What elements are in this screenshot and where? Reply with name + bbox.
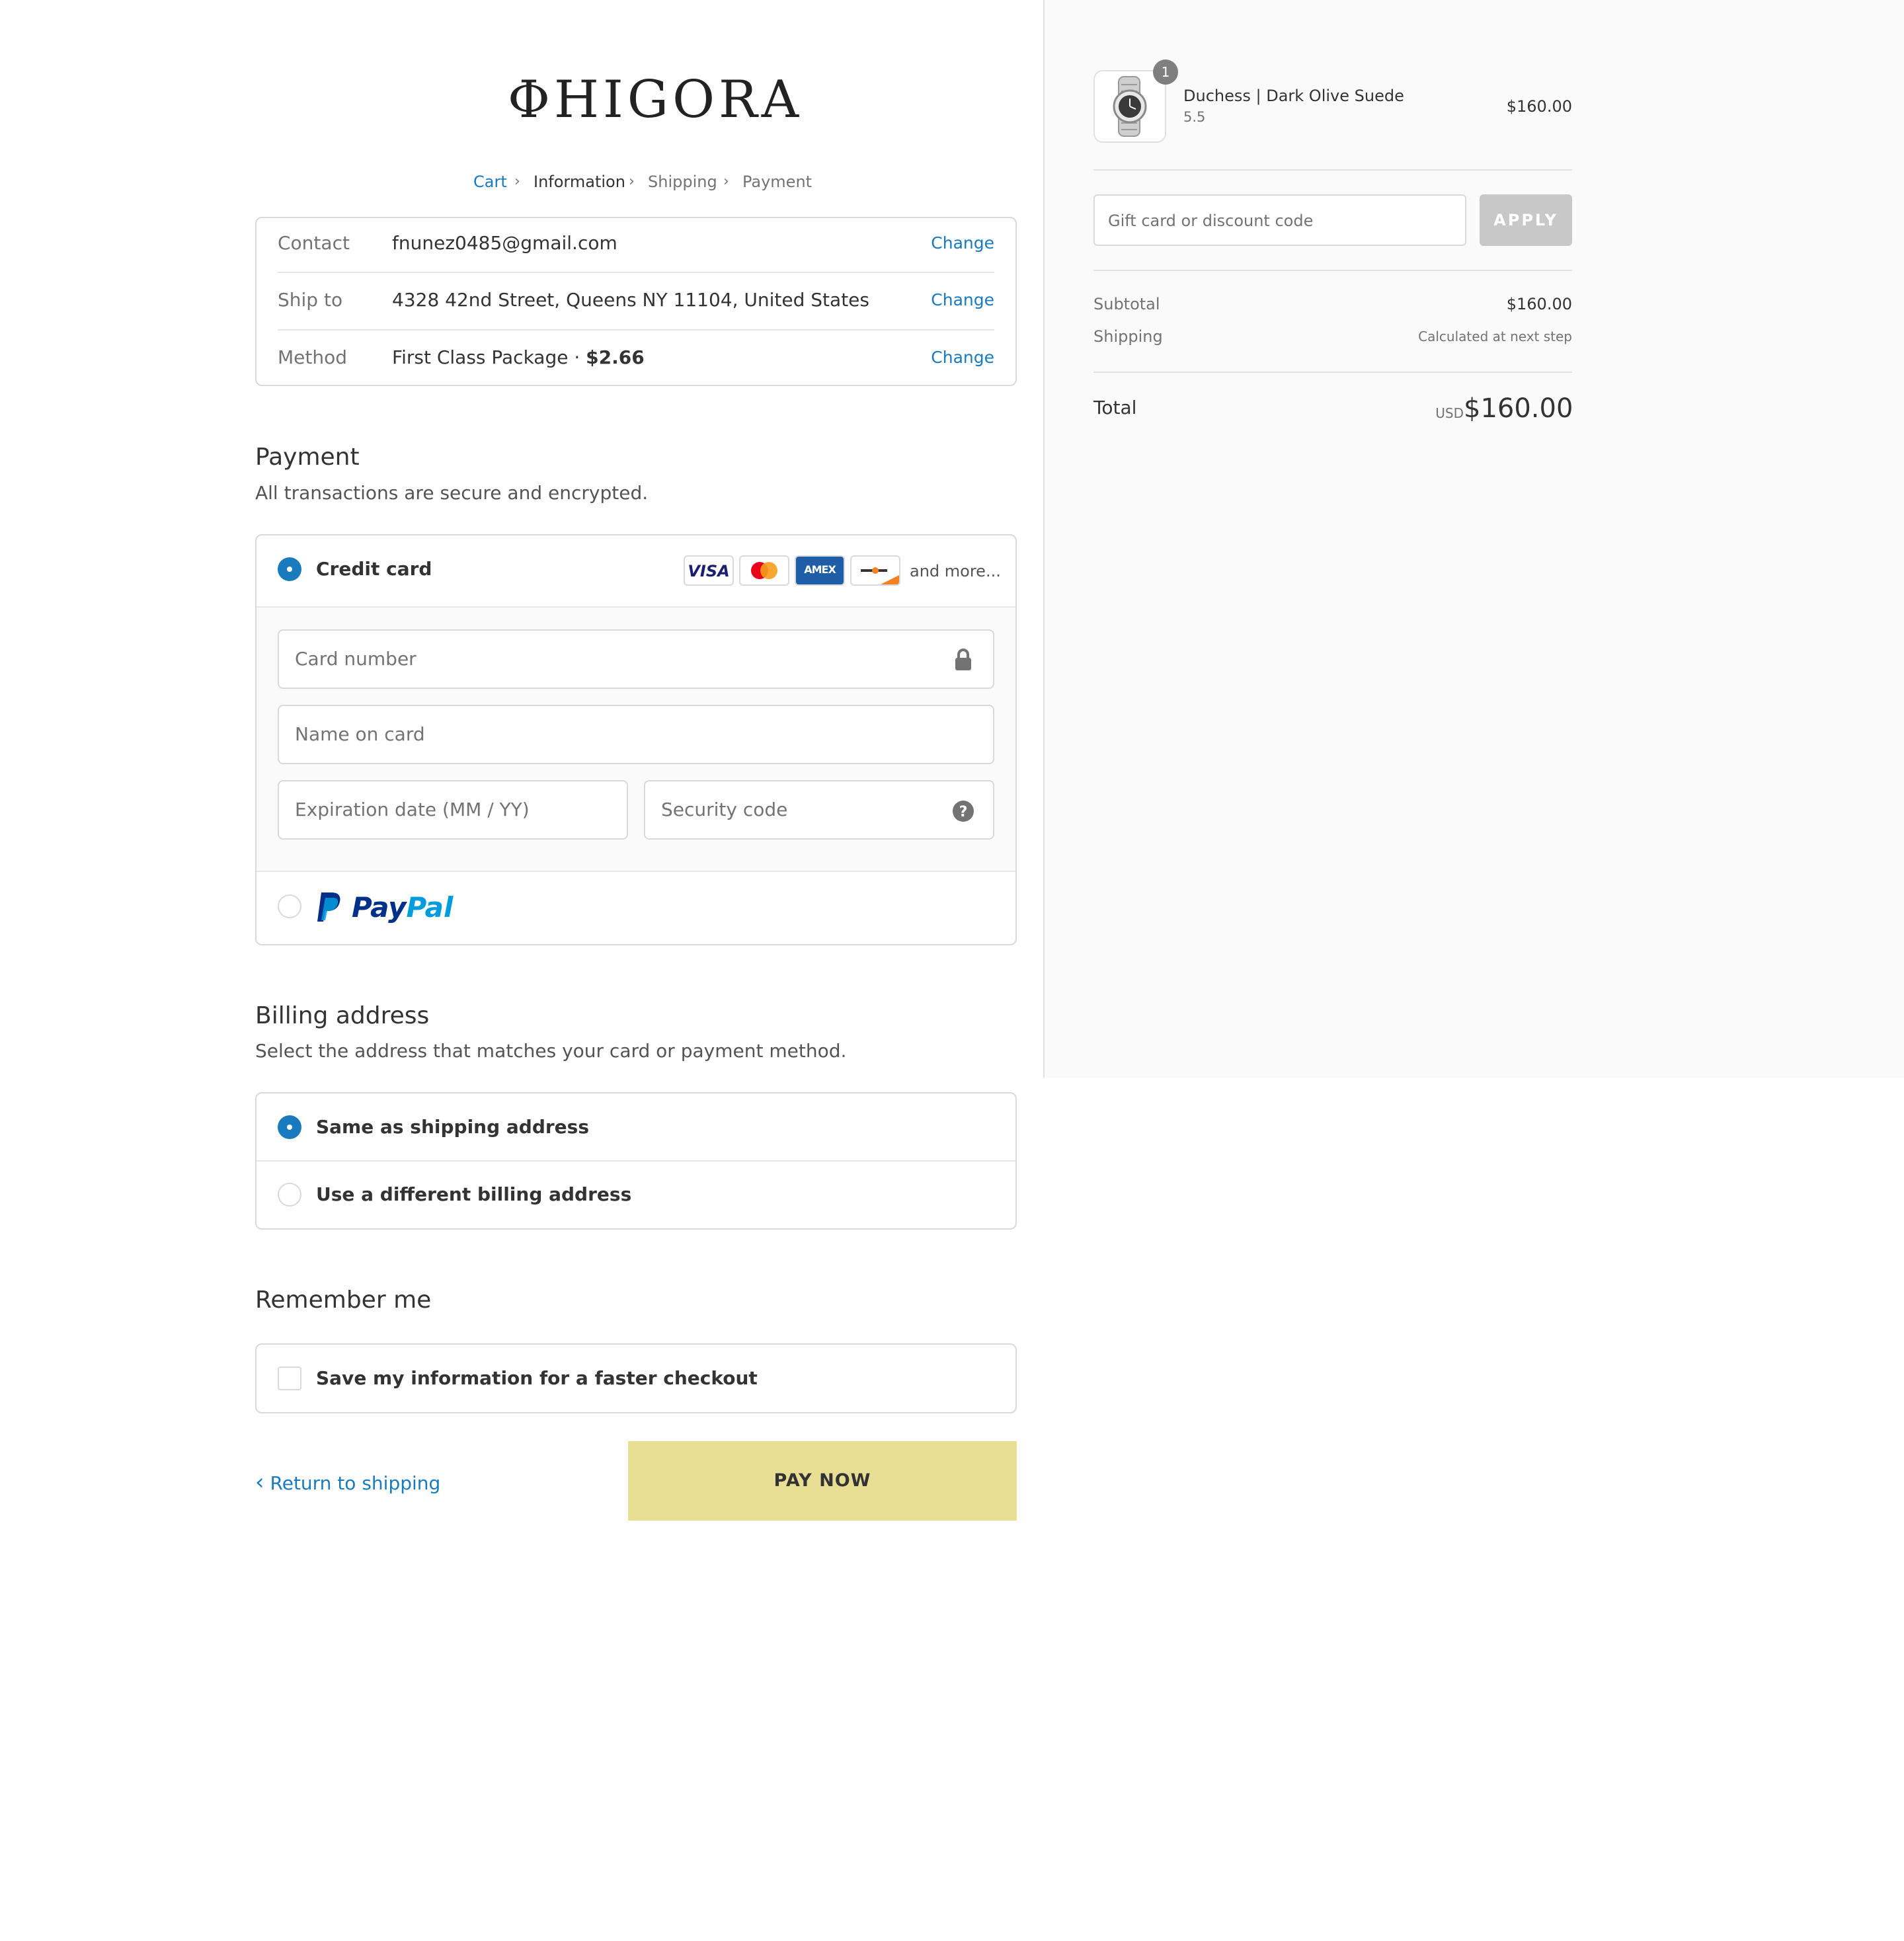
visa-logo-text: VISA <box>688 562 730 580</box>
ship-to-value: 4328 42nd Street, Queens NY 11104, Unite… <box>392 289 869 311</box>
breadcrumb-payment: Payment <box>742 173 813 191</box>
and-more-text: and more... <box>910 562 1001 580</box>
different-billing-label[interactable]: Use a different billing address <box>316 1181 631 1208</box>
divider <box>257 1160 1015 1162</box>
same-as-shipping-label[interactable]: Same as shipping address <box>316 1114 589 1140</box>
shipping-label: Shipping <box>1093 327 1163 346</box>
product-name: Duchess | Dark Olive Suede <box>1183 87 1404 105</box>
subtotal-value: $160.00 <box>1506 295 1572 313</box>
method-label: Method <box>278 346 348 368</box>
product-variant: 5.5 <box>1183 109 1206 125</box>
store-logo[interactable]: ΦHIGORA <box>508 70 799 130</box>
divider <box>1093 169 1572 171</box>
card-number-placeholder: Card number <box>295 648 416 670</box>
name-on-card-input[interactable]: Name on card <box>278 705 994 764</box>
breadcrumb-shipping: Shipping <box>648 173 717 191</box>
paypal-pal-text: Pal <box>406 891 454 924</box>
breadcrumb-cart[interactable]: Cart <box>473 171 507 193</box>
billing-title: Billing address <box>255 1002 430 1029</box>
lock-icon <box>955 649 971 670</box>
expiration-date-input[interactable]: Expiration date (MM / YY) <box>278 780 628 840</box>
name-on-card-placeholder: Name on card <box>295 723 425 745</box>
divider <box>278 272 994 273</box>
subtotal-label: Subtotal <box>1093 295 1160 313</box>
chevron-right-icon: › <box>629 173 635 190</box>
remember-me-title: Remember me <box>255 1287 432 1314</box>
amex-logo-text: AMEX <box>804 563 836 576</box>
chevron-right-icon: › <box>514 173 520 190</box>
divider <box>278 329 994 331</box>
paypal-p-icon <box>317 892 340 922</box>
svg-text:?: ? <box>959 804 968 820</box>
chevron-right-icon: › <box>723 173 729 190</box>
change-contact-link[interactable]: Change <box>926 230 994 257</box>
paypal-pay-text: Pay <box>352 891 407 924</box>
method-price: $2.66 <box>586 346 645 368</box>
divider <box>1093 372 1572 373</box>
currency-code: USD <box>1435 405 1464 421</box>
discount-code-input[interactable]: Gift card or discount code <box>1093 194 1466 246</box>
same-as-shipping-radio[interactable] <box>278 1115 301 1139</box>
payment-subtitle: All transactions are secure and encrypte… <box>255 482 649 504</box>
shipping-value: Calculated at next step <box>1418 329 1572 344</box>
mastercard-icon <box>739 555 789 586</box>
amex-icon: AMEX <box>795 555 845 586</box>
save-info-checkbox[interactable] <box>278 1367 301 1390</box>
apply-button[interactable]: APPLY <box>1480 194 1572 246</box>
card-number-input[interactable]: Card number <box>278 629 994 689</box>
payment-title: Payment <box>255 444 360 471</box>
divider <box>1093 270 1572 271</box>
contact-value: fnunez0485@gmail.com <box>392 232 617 254</box>
paypal-logo[interactable]: PayPal <box>352 891 453 924</box>
product-thumbnail <box>1093 70 1166 143</box>
different-billing-radio[interactable] <box>278 1183 301 1207</box>
method-value: First Class Package · $2.66 <box>392 344 645 371</box>
billing-subtitle: Select the address that matches your car… <box>255 1040 847 1062</box>
return-to-shipping-link[interactable]: ‹ Return to shipping <box>255 1469 440 1497</box>
contact-label: Contact <box>278 232 350 254</box>
ship-to-label: Ship to <box>278 289 343 311</box>
change-ship-to-link[interactable]: Change <box>926 287 994 313</box>
breadcrumb-information: Information <box>534 173 625 191</box>
method-name: First Class Package · <box>392 346 586 368</box>
security-code-placeholder: Security code <box>661 799 788 820</box>
save-info-label[interactable]: Save my information for a faster checkou… <box>316 1365 758 1392</box>
total-label: Total <box>1093 397 1137 418</box>
return-to-shipping-label: Return to shipping <box>270 1472 441 1494</box>
quantity-badge: 1 <box>1153 59 1178 85</box>
chevron-left-icon: ‹ <box>255 1469 264 1495</box>
security-code-input[interactable]: Security code ? <box>644 780 994 840</box>
total-value: $160.00 <box>1464 393 1573 424</box>
expiration-placeholder: Expiration date (MM / YY) <box>295 799 530 820</box>
change-method-link[interactable]: Change <box>926 344 994 371</box>
pay-now-button[interactable]: PAY NOW <box>628 1441 1017 1521</box>
order-summary-sidebar <box>1043 0 1904 1078</box>
product-price: $160.00 <box>1506 97 1572 116</box>
discover-icon <box>850 555 900 586</box>
credit-card-radio[interactable] <box>278 557 301 581</box>
visa-icon: VISA <box>684 555 734 586</box>
watch-image-icon <box>1113 76 1147 137</box>
credit-card-label[interactable]: Credit card <box>316 556 432 582</box>
help-icon[interactable]: ? <box>952 800 974 822</box>
paypal-radio[interactable] <box>278 894 301 918</box>
discount-placeholder: Gift card or discount code <box>1108 212 1314 230</box>
